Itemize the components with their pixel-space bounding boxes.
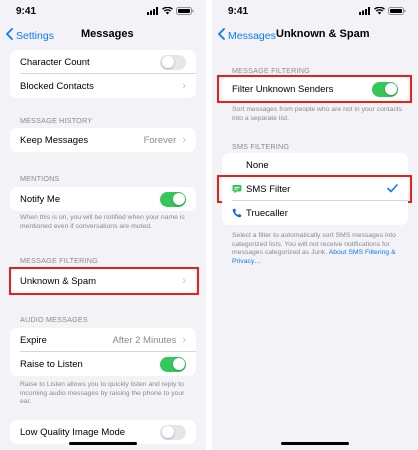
- back-button-settings[interactable]: Settings: [6, 28, 54, 43]
- character-count-row: Character Count: [10, 50, 196, 74]
- filter-footnote: Sort messages from people who are not in…: [232, 106, 403, 122]
- battery-icon: [176, 7, 194, 15]
- chevron-right-icon: ›: [182, 275, 186, 287]
- expire-value: After 2 Minutes: [112, 334, 177, 346]
- phone-icon: [232, 208, 246, 218]
- unknown-spam-label: Unknown & Spam: [20, 275, 97, 287]
- status-icons: [359, 7, 406, 15]
- low-quality-image-toggle[interactable]: [160, 424, 186, 440]
- option-label: None: [246, 159, 269, 171]
- sms-option-sms-filter[interactable]: SMS Filter: [222, 177, 408, 201]
- chevron-left-icon: [218, 28, 225, 43]
- keep-messages-value: Forever: [143, 134, 177, 146]
- wifi-icon: [162, 7, 173, 15]
- character-count-toggle[interactable]: [160, 54, 186, 70]
- status-bar: 9:41: [0, 0, 206, 20]
- sms-filter-app-icon: [232, 184, 246, 194]
- wifi-icon: [374, 7, 385, 15]
- audio-messages-header: AUDIO MESSAGES: [20, 315, 88, 324]
- notify-me-row: Notify Me: [10, 187, 196, 211]
- signal-icon: [359, 7, 370, 15]
- option-label: Truecaller: [246, 207, 288, 219]
- raise-to-listen-footnote: Raise to Listen allows you to quickly li…: [20, 381, 185, 406]
- unknown-spam-screen: 9:41 Messages Unknown & Spam MESSAGE FIL…: [212, 0, 418, 450]
- notify-me-label: Notify Me: [20, 193, 61, 205]
- raise-to-listen-toggle[interactable]: [160, 356, 186, 372]
- signal-icon: [147, 7, 158, 15]
- mentions-header: MENTIONS: [20, 174, 60, 183]
- status-time: 9:41: [228, 6, 249, 17]
- low-quality-image-label: Low Quality Image Mode: [20, 426, 126, 438]
- page-title: Messages: [81, 28, 134, 40]
- sms-footnote: Select a filter to automatically sort SM…: [232, 232, 406, 266]
- status-time: 9:41: [16, 6, 37, 17]
- character-count-label: Character Count: [20, 56, 90, 68]
- sms-option-truecaller[interactable]: Truecaller: [222, 201, 408, 225]
- blocked-contacts-row[interactable]: Blocked Contacts ›: [10, 74, 196, 98]
- filter-unknown-senders-row: Filter Unknown Senders: [222, 77, 408, 101]
- keep-messages-row[interactable]: Keep Messages Forever ›: [10, 128, 196, 152]
- filter-unknown-senders-toggle[interactable]: [372, 81, 398, 97]
- nav-bar: Messages Unknown & Spam: [212, 22, 418, 48]
- raise-to-listen-label: Raise to Listen: [20, 358, 83, 370]
- home-indicator: [281, 441, 349, 445]
- low-quality-image-row: Low Quality Image Mode: [10, 420, 196, 444]
- notify-me-footnote: When this is on, you will be notified wh…: [20, 214, 185, 230]
- blocked-contacts-label: Blocked Contacts: [20, 80, 94, 92]
- back-label: Settings: [16, 29, 54, 42]
- chevron-right-icon: ›: [182, 80, 186, 92]
- chevron-right-icon: ›: [182, 334, 186, 346]
- unknown-spam-row[interactable]: Unknown & Spam ›: [10, 269, 196, 293]
- filter-unknown-senders-label: Filter Unknown Senders: [232, 83, 334, 95]
- expire-row[interactable]: Expire After 2 Minutes ›: [10, 328, 196, 352]
- chevron-right-icon: ›: [182, 134, 186, 146]
- keep-messages-label: Keep Messages: [20, 134, 89, 146]
- chevron-left-icon: [6, 28, 13, 43]
- nav-bar: Settings Messages: [0, 22, 206, 48]
- expire-label: Expire: [20, 334, 47, 346]
- back-button-messages[interactable]: Messages: [218, 28, 276, 43]
- status-icons: [147, 7, 194, 15]
- messages-settings-screen: 9:41 Settings Messages Character Count B…: [0, 0, 206, 450]
- notify-me-toggle[interactable]: [160, 191, 186, 207]
- checkmark-icon: [387, 182, 398, 196]
- sms-option-none[interactable]: None: [222, 153, 408, 177]
- home-indicator: [69, 441, 137, 445]
- message-filtering-header: MESSAGE FILTERING: [232, 66, 310, 75]
- sms-filtering-header: SMS FILTERING: [232, 142, 290, 151]
- message-history-header: MESSAGE HISTORY: [20, 116, 93, 125]
- battery-icon: [388, 7, 406, 15]
- status-bar: 9:41: [212, 0, 418, 20]
- back-label: Messages: [228, 29, 276, 42]
- page-title: Unknown & Spam: [276, 28, 370, 40]
- message-filtering-header: MESSAGE FILTERING: [20, 256, 98, 265]
- raise-to-listen-row: Raise to Listen: [10, 352, 196, 376]
- option-label: SMS Filter: [246, 183, 291, 195]
